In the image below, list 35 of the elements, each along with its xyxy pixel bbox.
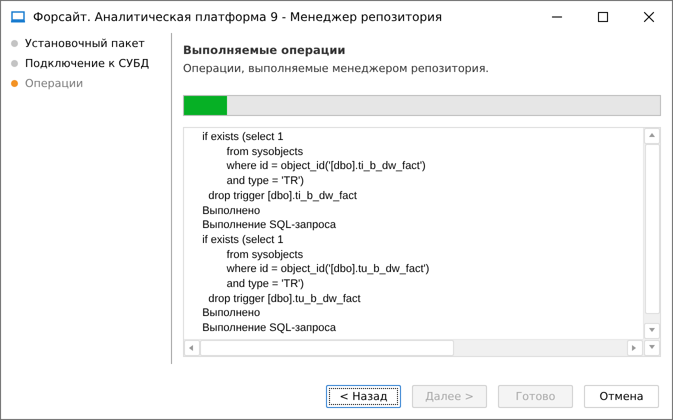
log-line: Выполнено (201, 204, 262, 218)
log-line: from sysobjects (226, 144, 304, 160)
scroll-down-button[interactable] (644, 340, 660, 356)
section-title: Выполняемые операции (183, 43, 346, 57)
left-arrow-icon (188, 344, 196, 352)
dialog-button[interactable]: Отмена (584, 384, 659, 408)
dialog-button[interactable]: < Назад (326, 384, 401, 408)
step-label: Подключение к СУБД (25, 57, 150, 70)
scroll-thumb[interactable] (200, 340, 454, 356)
step-label: Установочный пакет (25, 37, 145, 50)
log-line: Выполнение SQL-запроса (201, 218, 337, 233)
window-title: Форсайт. Аналитическая платформа 9 - Менеджер репозитория (33, 10, 444, 24)
log-line: and type = 'TR') (226, 277, 305, 292)
log-line: drop trigger [dbo].tu_b_dw_fact (207, 292, 362, 306)
step-label: Операции (25, 77, 84, 90)
log-line: if exists (select 1 (201, 130, 285, 145)
scroll-right-button[interactable] (627, 340, 643, 356)
scroll-down-button[interactable] (644, 323, 660, 339)
log-line: and type = 'TR') (226, 174, 305, 189)
log-line: if exists (select 1 (201, 232, 285, 248)
log-line: where id = object_id('[dbo].ti_b_dw_fact') (226, 159, 427, 174)
log-line: from sysobjects (226, 248, 304, 262)
section-subtitle: Операции, выполняемые менеджером репозитория. (183, 62, 490, 75)
log-line: drop trigger [dbo].ti_b_dw_fact (207, 188, 358, 204)
close-icon (644, 12, 654, 22)
log-line: where id = object_id('[dbo].tu_b_dw_fact') (226, 262, 430, 278)
scroll-thumb[interactable] (645, 144, 660, 314)
scroll-left-button[interactable] (184, 340, 200, 356)
window-icon (11, 11, 25, 23)
up-arrow-icon (648, 132, 656, 140)
down-arrow-icon (648, 344, 656, 352)
scroll-up-button[interactable] (644, 128, 660, 144)
maximize-icon (598, 12, 608, 22)
log-line: Выполнено (201, 306, 262, 322)
log-line: Выполнение SQL-запроса (201, 321, 337, 336)
